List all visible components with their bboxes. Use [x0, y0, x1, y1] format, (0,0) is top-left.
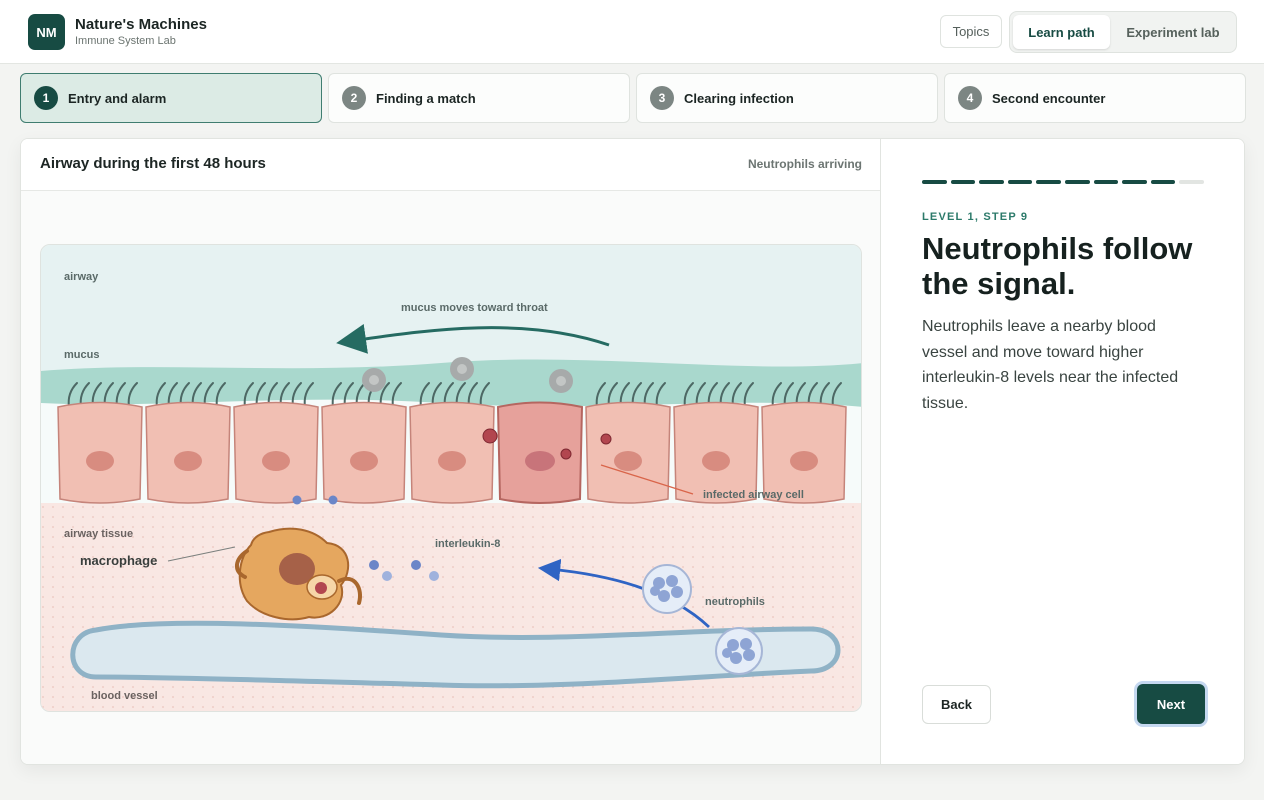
- step-tab-second-encounter[interactable]: 4 Second encounter: [944, 73, 1246, 123]
- step-number: 3: [650, 86, 674, 110]
- tab-learn-path[interactable]: Learn path: [1013, 15, 1110, 49]
- label-macrophage: macrophage: [80, 553, 157, 568]
- diagram-title: Airway during the first 48 hours: [40, 155, 266, 172]
- label-airway: airway: [64, 271, 99, 283]
- diagram-panel: Airway during the first 48 hours Neutrop…: [21, 139, 881, 764]
- step-tab-finding-a-match[interactable]: 2 Finding a match: [328, 73, 630, 123]
- step-label: Second encounter: [992, 90, 1106, 106]
- brand-logo: NM: [28, 14, 65, 50]
- next-button[interactable]: Next: [1137, 684, 1205, 724]
- level-label: LEVEL 1, STEP 9: [922, 211, 1029, 223]
- progress-segment: [1122, 180, 1147, 184]
- label-interleukin-8: interleukin-8: [435, 538, 500, 550]
- step-label: Finding a match: [376, 90, 476, 106]
- step-number: 4: [958, 86, 982, 110]
- virus-icon: [600, 433, 612, 445]
- label-infected-cell: infected airway cell: [703, 489, 804, 501]
- back-button[interactable]: Back: [922, 685, 991, 724]
- neutrophil-icon: [642, 564, 692, 614]
- brand-subtitle: Immune System Lab: [75, 35, 176, 47]
- progress-segment: [950, 180, 976, 184]
- tab-experiment-lab[interactable]: Experiment lab: [1114, 15, 1232, 49]
- virus-icon: [560, 448, 572, 460]
- step-number: 2: [342, 86, 366, 110]
- label-airway-tissue: airway tissue: [64, 528, 133, 540]
- progress-segment: [1179, 180, 1204, 184]
- progress-segment: [1064, 180, 1090, 184]
- label-mucus: mucus: [64, 349, 99, 361]
- label-blood-vessel: blood vessel: [91, 690, 158, 702]
- step-label: Entry and alarm: [68, 90, 167, 106]
- lesson-card: Airway during the first 48 hours Neutrop…: [20, 138, 1245, 765]
- topics-button[interactable]: Topics: [940, 15, 1002, 48]
- step-tab-clearing-infection[interactable]: 3 Clearing infection: [636, 73, 938, 123]
- brand-title: Nature's Machines: [75, 16, 207, 33]
- label-mucus-flow: mucus moves toward throat: [401, 302, 548, 314]
- lesson-panel: LEVEL 1, STEP 9 Neutrophils follow the s…: [881, 139, 1244, 764]
- lesson-progress: [922, 180, 1204, 184]
- progress-segment: [1007, 180, 1033, 184]
- step-description: Neutrophils leave a nearby blood vessel …: [922, 318, 1179, 412]
- virus-icon: [482, 428, 498, 444]
- progress-segment: [1150, 180, 1176, 184]
- diagram-header: Airway during the first 48 hours Neutrop…: [21, 139, 880, 191]
- step-number: 1: [34, 86, 58, 110]
- epithelial-cells: [57, 401, 847, 504]
- progress-segment: [1093, 180, 1119, 184]
- step-tab-entry-and-alarm[interactable]: 1 Entry and alarm: [20, 73, 322, 123]
- app-header: NM Nature's Machines Immune System Lab T…: [0, 0, 1264, 64]
- diagram-status: Neutrophils arriving: [747, 157, 862, 171]
- progress-segment: [1036, 180, 1061, 184]
- progress-segment: [979, 180, 1004, 184]
- step-label: Clearing infection: [684, 90, 794, 106]
- label-neutrophils: neutrophils: [705, 596, 765, 608]
- step-title: Neutrophils follow the signal.: [922, 231, 1193, 301]
- airway-diagram: airway mucus moves toward throat mucus i…: [40, 244, 862, 712]
- progress-segment: [922, 180, 947, 184]
- mode-switch: Learn path Experiment lab: [1009, 11, 1237, 53]
